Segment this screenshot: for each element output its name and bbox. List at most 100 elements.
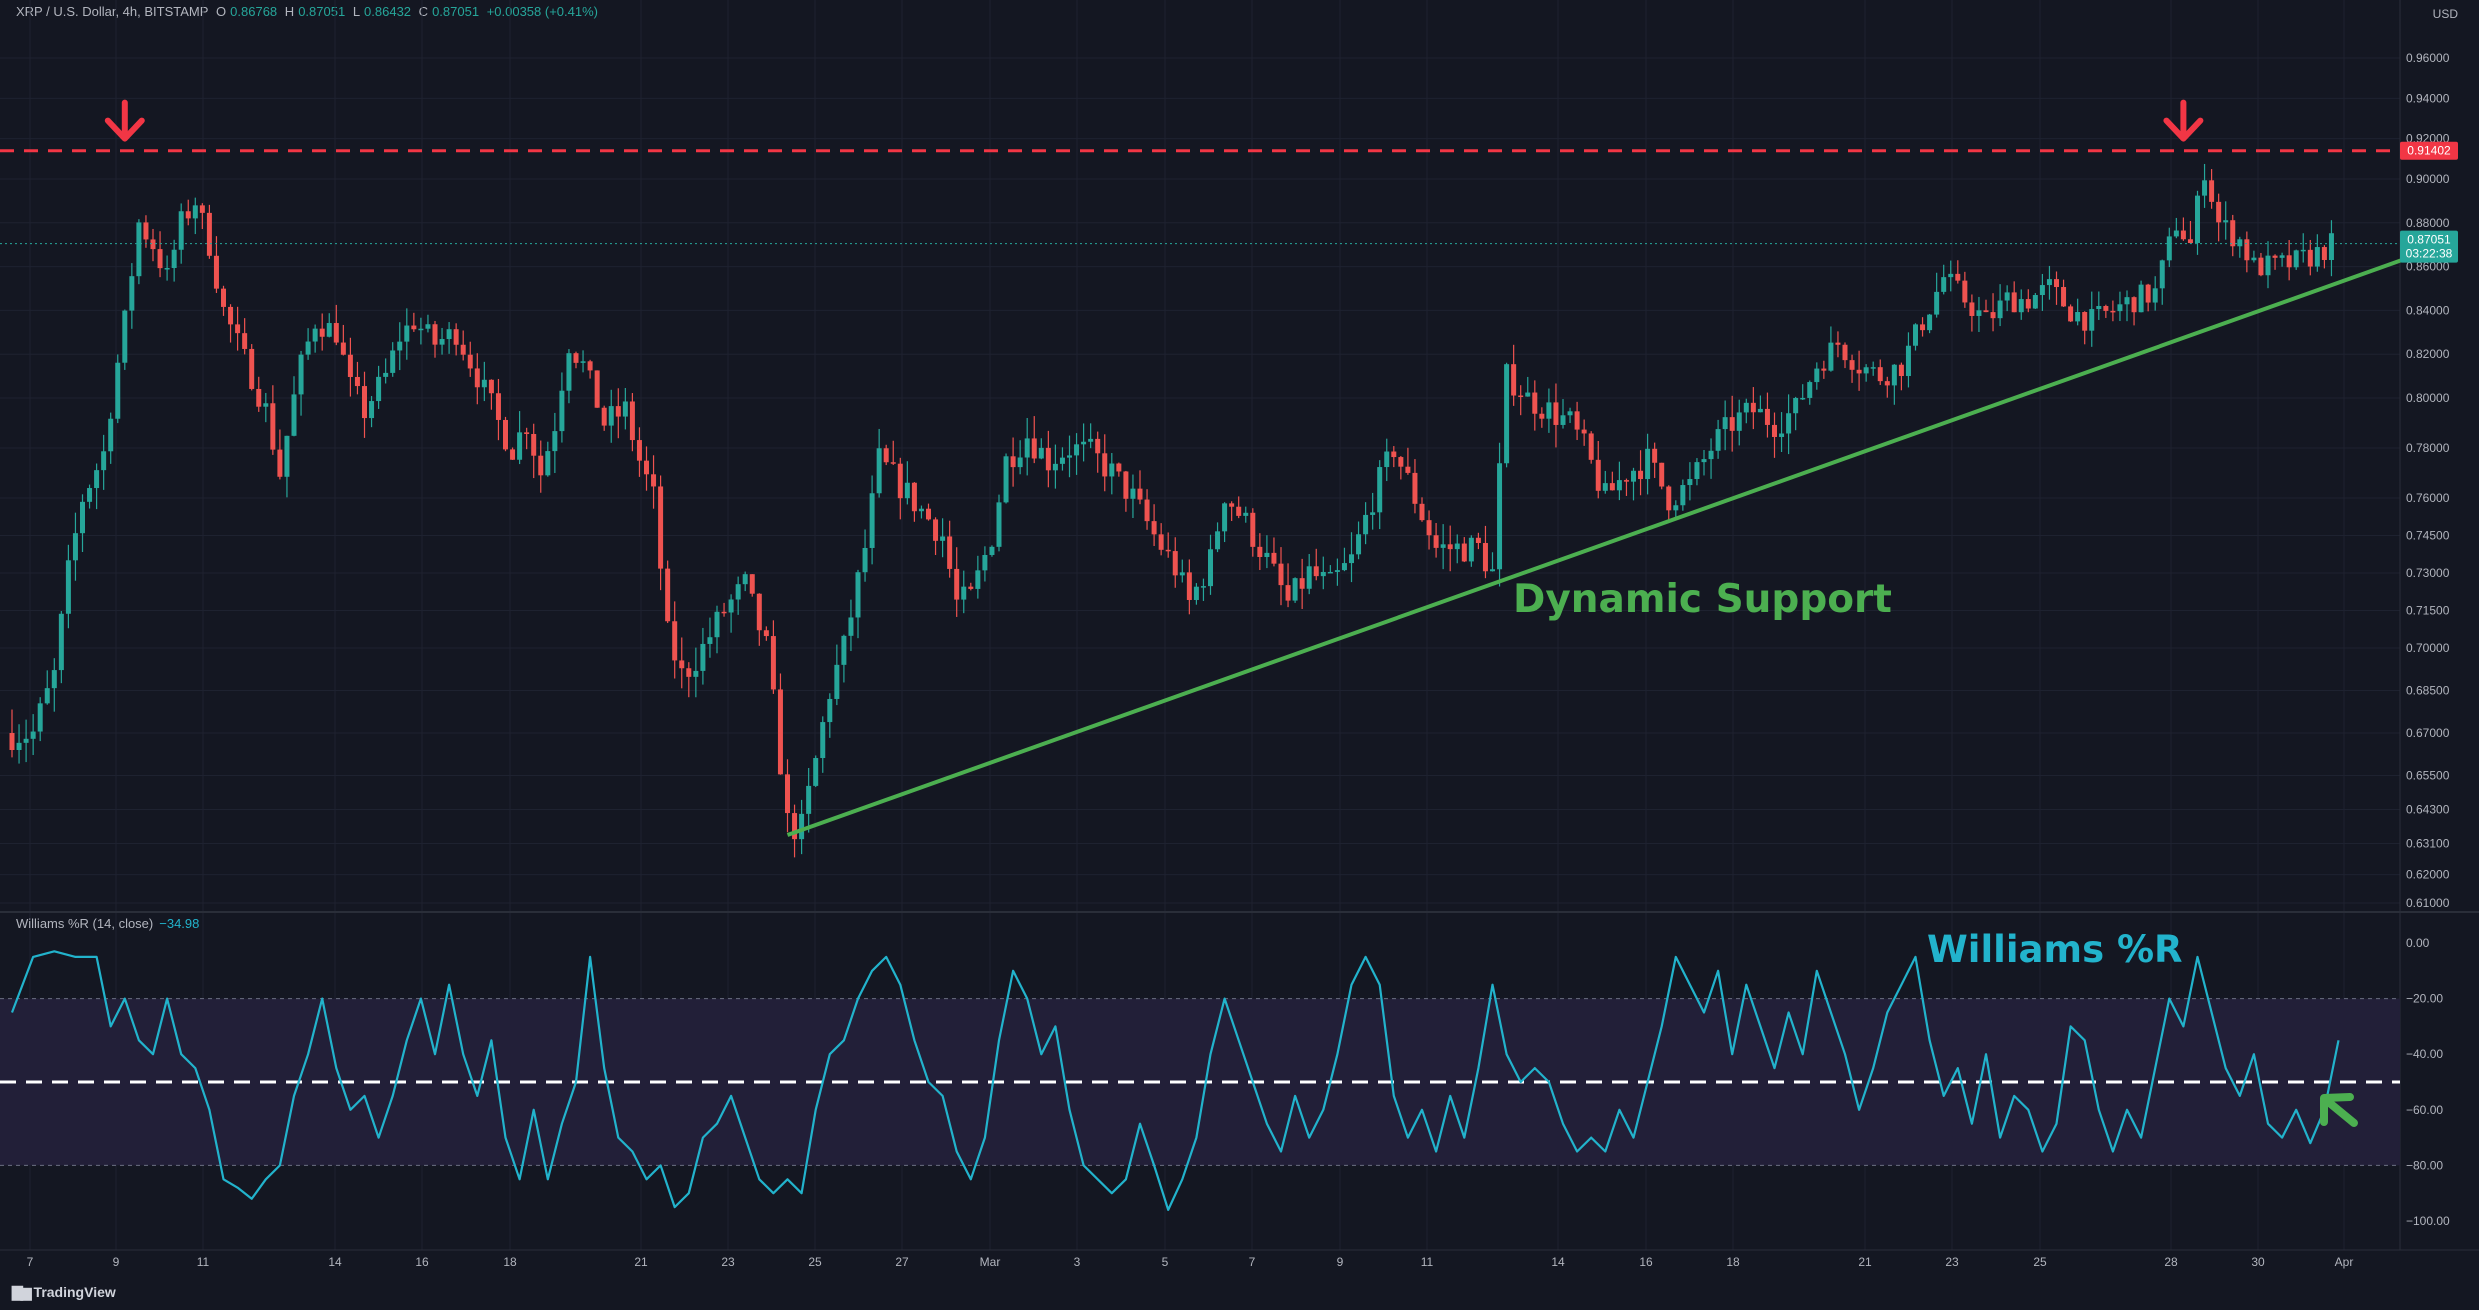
candle-body [2032,295,2038,309]
candle-body [1997,300,2003,319]
candle-body [256,388,262,407]
price-tick-label: 0.94000 [2406,91,2450,105]
candle-body [1356,534,1362,555]
candle-body [1215,531,1221,550]
williams-axis[interactable]: 0.00 −20.00 −40.00 −60.00 −80.00 −100.00 [2406,936,2450,1228]
candle-body [1687,479,1693,486]
time-tick-label: 27 [895,1255,909,1269]
time-tick-label: 5 [1162,1255,1169,1269]
candle-body [1229,503,1235,507]
candle-body [926,508,931,520]
candle-body [799,813,805,840]
candle-body [2166,236,2172,261]
candle-body [2131,297,2137,313]
candle-body [2110,310,2116,313]
candle-body [1602,483,1608,491]
candle-body [1440,544,1446,548]
candle-body [1814,368,1820,383]
price-chart[interactable]: 0.61000 0.62000 0.63100 0.64300 0.65500 0.670… [0,0,2479,1310]
williams-tick-label: −80.00 [2406,1158,2443,1172]
dynamic-support-label: Dynamic Support [1513,577,1892,622]
candle-body [354,376,360,387]
candle-body [1631,470,1636,482]
candle-body [566,353,572,391]
candle-body [1729,417,1735,431]
candle-body [72,533,78,561]
time-tick-label: 18 [1726,1255,1740,1269]
candle-body [961,586,967,600]
price-tick-label: 0.61000 [2406,896,2450,910]
candle-body [2265,255,2271,276]
candle-body [1398,457,1404,467]
candle-body [1821,368,1827,371]
candle-body [954,568,960,600]
candle-body [1363,514,1369,535]
candle-body [1243,512,1249,516]
tradingview-logo[interactable]: ▇▆ TradingView [12,1284,116,1301]
candle-body [1292,578,1298,601]
candle-body [869,493,875,548]
candle-body [1983,310,1989,313]
candle-body [728,599,734,613]
candle-body [1454,543,1460,550]
candle-body [940,536,946,541]
candle-body [108,418,114,452]
candle-body [1010,456,1016,468]
candle-body [911,482,917,512]
candle-body [2251,257,2257,261]
candle-body [1750,402,1756,413]
overlay-lines [0,99,2403,837]
candle-body [1941,277,1947,292]
price-tick-label: 0.70000 [2406,641,2450,655]
candle-body [1518,395,1524,398]
candle-body [277,449,283,477]
candle-body [221,288,226,307]
time-tick-label: 14 [1551,1255,1565,1269]
candle-body [2300,249,2306,252]
candle-body [1616,480,1622,491]
candle-body [347,354,353,377]
candle-body [1412,472,1418,504]
candles [9,163,2334,858]
time-axis[interactable]: 7 9 11 14 16 18 21 23 25 27 Mar 3 5 7 9 11 14 16 18 21 23 25 2… [0,1249,2479,1269]
candle-body [2103,306,2109,311]
candle-body [2279,255,2285,258]
candle-body [587,361,593,371]
price-axis[interactable]: 0.61000 0.62000 0.63100 0.64300 0.65500 0.670… [2400,51,2458,910]
candle-body [1123,471,1129,499]
candle-body [2138,284,2144,313]
time-tick-label: 11 [197,1255,210,1269]
candle-body [340,342,346,355]
indicator-label[interactable]: Williams %R (14, close) [16,916,153,931]
candle-body [1708,450,1714,460]
time-tick-label: 25 [2033,1255,2047,1269]
candle-body [1377,467,1383,513]
candle-body [1468,537,1474,562]
time-tick-label: 7 [1249,1255,1256,1269]
candle-body [503,419,508,450]
candle-body [1433,535,1439,548]
candle-body [1779,433,1785,437]
candle-body [834,664,840,699]
candle-body [1299,578,1305,589]
candle-body [1877,367,1883,382]
candle-body [495,393,501,420]
candle-body [1948,273,1954,278]
time-tick-label: 9 [113,1255,120,1269]
candle-body [1257,546,1263,558]
time-tick-label: 9 [1337,1255,1344,1269]
candle-body [270,403,276,450]
candle-body [1807,382,1813,398]
candle-body [679,660,685,669]
candle-body [665,568,671,622]
candle-body [763,630,769,637]
price-tick-label: 0.71500 [2406,604,2450,618]
candle-body [517,432,523,460]
candle-body [1017,457,1023,468]
candle-body [1003,456,1009,503]
candle-body [996,502,1002,547]
candle-body [2244,239,2250,261]
candle-body [1659,462,1665,487]
candle-body [1482,543,1488,572]
candle-body [376,376,382,402]
